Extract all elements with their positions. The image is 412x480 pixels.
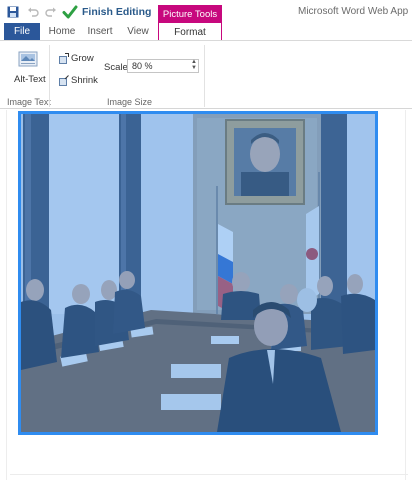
- save-icon[interactable]: [6, 5, 20, 19]
- alt-text-button[interactable]: Alt-Text: [14, 74, 46, 85]
- finish-editing-button[interactable]: Finish Editing: [82, 6, 151, 18]
- grow-icon[interactable]: [59, 53, 69, 64]
- tab-insert[interactable]: Insert: [82, 23, 118, 40]
- group-label-image-size: Image Size: [107, 97, 153, 107]
- page-edge: [405, 110, 406, 480]
- page-bottom-rule: [10, 474, 408, 475]
- page-edge: [6, 110, 7, 480]
- ribbon-group-separator: [49, 45, 50, 107]
- undo-icon[interactable]: [26, 5, 40, 19]
- tab-file[interactable]: File: [4, 23, 40, 40]
- grow-button[interactable]: Grow: [71, 53, 94, 64]
- ribbon-group-separator: [204, 45, 205, 107]
- shrink-button[interactable]: Shrink: [71, 75, 98, 86]
- app-title: Microsoft Word Web App: [298, 6, 409, 17]
- redo-icon[interactable]: [44, 5, 58, 19]
- checkmark-icon[interactable]: [62, 4, 78, 20]
- alt-text-icon[interactable]: [18, 51, 38, 69]
- group-label-image-text: Image Text: [7, 97, 51, 107]
- selected-image[interactable]: [18, 111, 378, 435]
- picture-tools-header: Picture Tools: [158, 5, 222, 23]
- tab-format[interactable]: Format: [158, 23, 222, 41]
- spin-arrows-icon[interactable]: ▲ ▼: [189, 59, 199, 73]
- tab-home[interactable]: Home: [44, 23, 80, 40]
- tab-view[interactable]: View: [120, 23, 156, 40]
- shrink-icon[interactable]: [59, 75, 69, 86]
